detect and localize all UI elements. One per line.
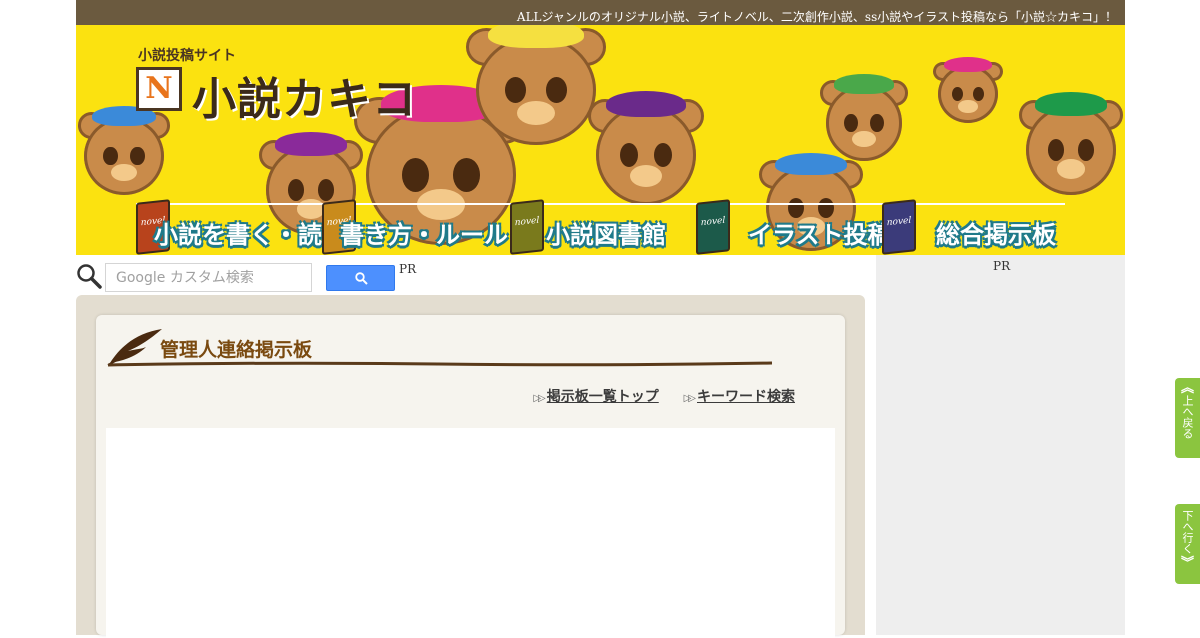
- nav-item-label: 書き方・ルール: [340, 221, 508, 249]
- board-links: ▷▷ 掲示板一覧トップ ▷▷ キーワード検索: [513, 386, 795, 406]
- double-chevron-icon: ▷▷: [533, 393, 546, 404]
- nav-item-forum[interactable]: novel 総合掲示板: [882, 199, 1056, 255]
- book-icon: novel: [696, 199, 730, 255]
- search-bar: PR: [76, 262, 866, 294]
- site-header: ALLジャンルのオリジナル小説、ライトノベル、二次創作小説、ss小説やイラスト投…: [76, 0, 1125, 255]
- magnifier-icon: [355, 272, 368, 285]
- tagline: ALLジャンルのオリジナル小説、ライトノベル、二次創作小説、ss小説やイラスト投…: [76, 0, 1125, 25]
- logo-mark[interactable]: N: [136, 67, 182, 111]
- double-chevron-down-icon: ︾: [1180, 556, 1194, 571]
- main-content: 管理人連絡掲示板 ▷▷ 掲示板一覧トップ ▷▷ キーワード検索: [76, 295, 865, 638]
- scroll-down-label: 下へ行く: [1181, 510, 1194, 554]
- board-list-top-link[interactable]: ▷▷ 掲示板一覧トップ: [533, 386, 658, 406]
- link-label: 掲示板一覧トップ: [546, 389, 659, 405]
- nav-item-write-read[interactable]: novel 小説を書く・読む: [136, 199, 346, 255]
- nav-item-label: 総合掲示板: [936, 221, 1056, 249]
- pr-label: PR: [399, 262, 417, 276]
- search-icon: [77, 264, 102, 289]
- title-underline: [108, 361, 772, 367]
- bear-illustration: [819, 74, 909, 161]
- site-logo[interactable]: 小説カキコ: [192, 63, 417, 127]
- scroll-up-button[interactable]: ︽ 上へ戻る: [1175, 378, 1200, 458]
- search-input[interactable]: [105, 263, 312, 292]
- bear-illustration: [588, 91, 704, 205]
- nav-item-library[interactable]: novel 小説図書館: [510, 199, 680, 255]
- nav-item-rules[interactable]: novel 書き方・ルール: [322, 199, 508, 255]
- scroll-down-button[interactable]: 下へ行く ︾: [1175, 504, 1200, 584]
- bear-illustration: [1018, 92, 1124, 195]
- nav-item-label: 小説図書館: [546, 221, 666, 249]
- nav-item-label: イラスト投稿: [748, 221, 892, 249]
- keyword-search-link[interactable]: ▷▷ キーワード検索: [684, 386, 795, 406]
- book-icon: novel: [510, 199, 544, 255]
- scroll-up-label: 上へ戻る: [1181, 395, 1194, 439]
- book-icon: novel: [882, 199, 916, 255]
- board-content: [106, 428, 835, 638]
- nav-item-illustration[interactable]: novel イラスト投稿: [696, 199, 892, 255]
- search-button[interactable]: [326, 265, 395, 291]
- double-chevron-icon: ▷▷: [683, 393, 697, 404]
- logo-subtitle: 小説投稿サイト: [138, 48, 236, 64]
- bear-illustration: [933, 56, 1003, 123]
- sidebar: PR: [876, 255, 1125, 635]
- double-chevron-up-icon: ︽: [1180, 381, 1194, 396]
- bear-illustration: [466, 25, 606, 145]
- banner: 小説投稿サイト N 小説カキコ novel 小説を書く・読む novel 書き方…: [76, 25, 1125, 255]
- link-label: キーワード検索: [697, 389, 795, 405]
- bear-illustration: [77, 106, 171, 195]
- nav-item-label: 小説を書く・読む: [154, 221, 346, 249]
- main-nav: novel 小説を書く・読む novel 書き方・ルール novel 小説図書館…: [76, 199, 1125, 255]
- page-title: 管理人連絡掲示板: [160, 339, 313, 361]
- sidebar-pr-label: PR: [993, 259, 1011, 273]
- board-card: 管理人連絡掲示板 ▷▷ 掲示板一覧トップ ▷▷ キーワード検索: [96, 315, 845, 638]
